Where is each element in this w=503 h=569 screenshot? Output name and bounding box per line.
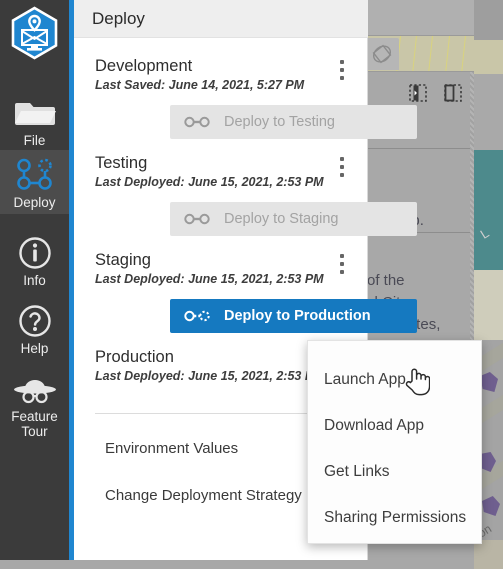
deploy-to-staging-label: Deploy to Staging [224, 211, 339, 227]
context-menu: Launch App Download App Get Links Sharin… [307, 340, 482, 544]
deploy-to-testing-button[interactable]: Deploy to Testing [170, 105, 417, 139]
sidebar-item-label-info: Info [23, 273, 46, 288]
link-nodes-dashed-icon [184, 309, 210, 323]
context-menu-item-download-app[interactable]: Download App [308, 403, 481, 449]
background-rotate-button[interactable] [365, 38, 399, 70]
app-logo [8, 6, 61, 60]
app-window: rtex Web. of the tal City. ir attributes… [0, 0, 503, 569]
environment-status: Last Saved: June 14, 2021, 5:27 PM [95, 78, 305, 92]
environment-name: Testing [95, 154, 148, 172]
environment-status: Last Deployed: June 15, 2021, 2:53 PM [95, 272, 324, 286]
question-circle-icon [18, 304, 52, 338]
sidebar-item-label-deploy: Deploy [13, 195, 56, 210]
link-nodes-icon [184, 212, 210, 226]
environment-status: Last Deployed: June 15, 2021, 2:53 PM [95, 175, 324, 189]
background-text-2: of the [367, 272, 405, 289]
sidebar-item-file[interactable]: File [0, 88, 69, 150]
sidebar-item-help[interactable]: Help [0, 296, 69, 358]
deploy-to-testing-label: Deploy to Testing [224, 114, 335, 130]
context-menu-item-get-links[interactable]: Get Links [308, 449, 481, 495]
environment-name: Staging [95, 251, 151, 269]
kebab-menu-icon-development[interactable] [334, 59, 350, 81]
kebab-menu-icon-staging[interactable] [334, 253, 350, 275]
dock-right-panel-icon[interactable] [443, 83, 463, 103]
change-deployment-strategy-link[interactable]: Change Deployment Strategy [105, 487, 302, 504]
page-title: Deploy [92, 9, 145, 28]
environment-name: Production [95, 348, 174, 366]
info-circle-icon [18, 236, 52, 270]
sidebar-item-label-help: Help [20, 341, 49, 356]
context-menu-item-launch-app[interactable]: Launch App [308, 357, 481, 403]
deploy-nodes-icon [14, 158, 56, 192]
map-water-area [474, 150, 503, 270]
sidebar-item-info[interactable]: Info [0, 228, 69, 290]
context-menu-item-sharing-permissions[interactable]: Sharing Permissions [308, 495, 481, 541]
left-nav-rail: File Deploy Info Help Feature Tour [0, 0, 69, 560]
sidebar-item-label-feature-tour: Feature Tour [11, 409, 58, 439]
kebab-menu-icon-testing[interactable] [334, 156, 350, 178]
panel-header: Deploy [74, 0, 368, 38]
rotate-shape-icon [372, 44, 392, 64]
geoevent-hexagon-logo-icon [11, 6, 58, 60]
deploy-to-staging-button[interactable]: Deploy to Staging [170, 202, 417, 236]
environment-name: Development [95, 57, 193, 75]
environment-status: Last Deployed: June 15, 2021, 2:53 PM [95, 369, 324, 383]
sidebar-item-label-file: File [23, 133, 46, 148]
sidebar-item-deploy[interactable]: Deploy [0, 150, 69, 214]
active-nav-accent-bar [69, 0, 74, 560]
folder-icon [14, 96, 56, 130]
deploy-to-production-button[interactable]: Deploy to Production [170, 299, 417, 333]
sidebar-item-feature-tour[interactable]: Feature Tour [0, 368, 69, 448]
deploy-to-production-label: Deploy to Production [224, 308, 371, 324]
explorer-hat-icon [12, 376, 58, 406]
environment-values-link[interactable]: Environment Values [105, 440, 238, 457]
link-nodes-icon [184, 115, 210, 129]
dock-left-panel-icon[interactable] [408, 83, 428, 103]
